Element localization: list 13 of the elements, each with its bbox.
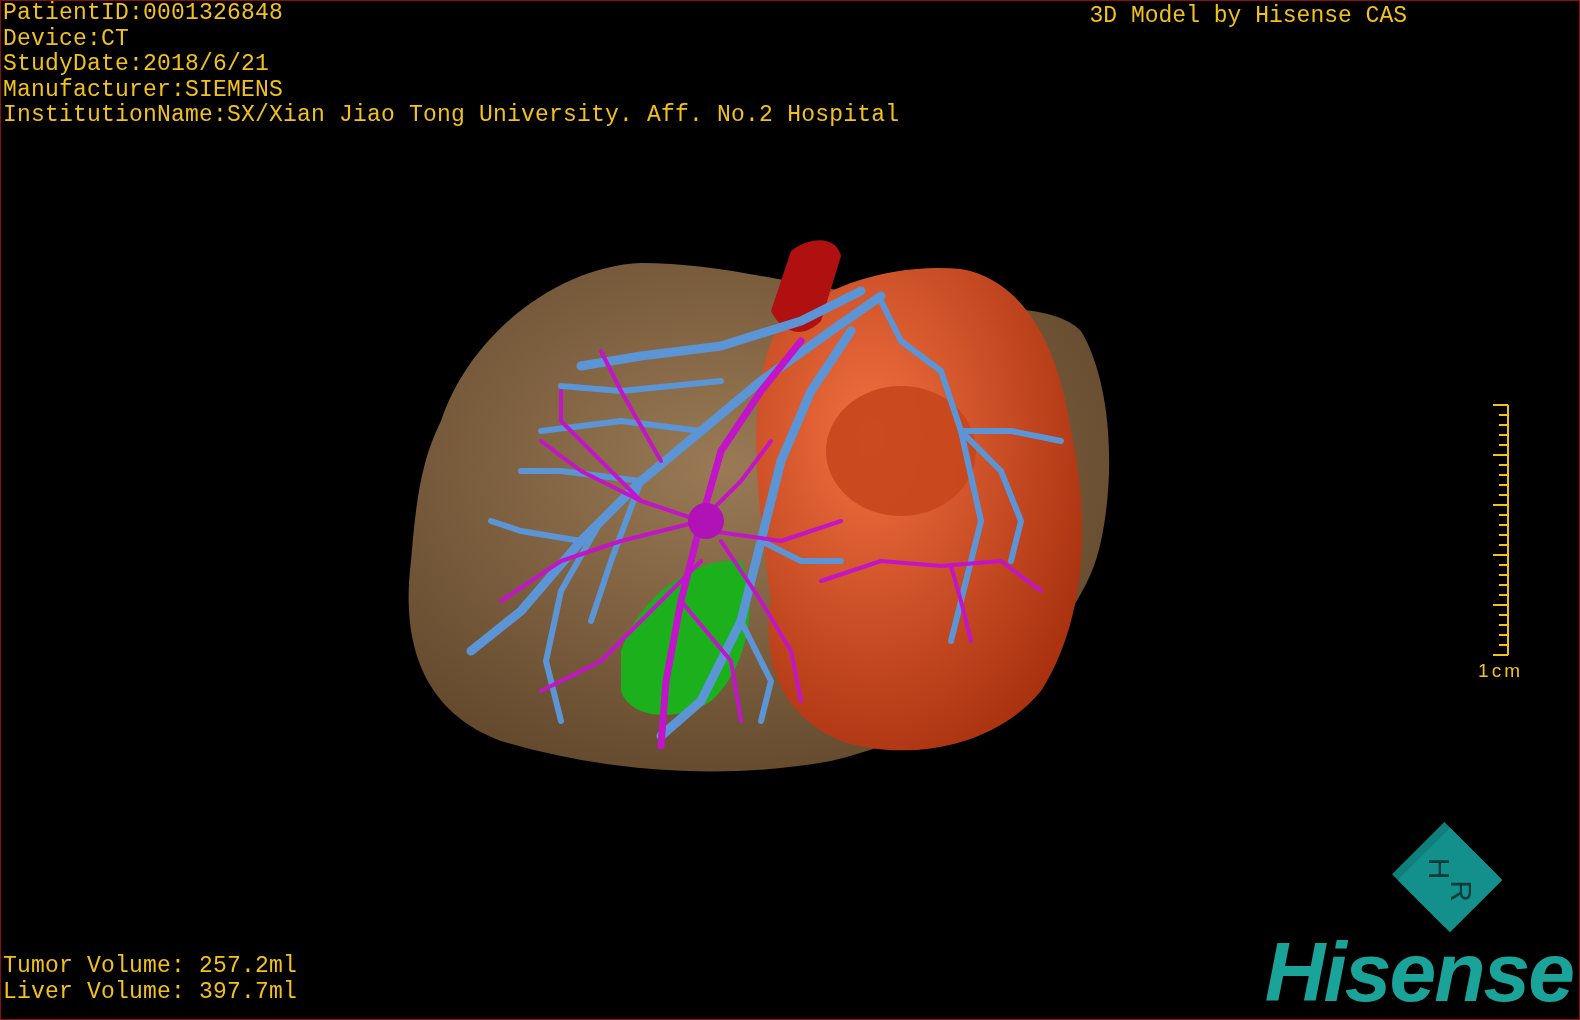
cube-face-label: R	[1446, 880, 1477, 903]
study-info-text: Manufacturer:SIEMENS	[3, 77, 285, 103]
volume-text: Liver Volume: 397.7ml	[3, 979, 298, 1005]
cube-face-label: H	[1423, 857, 1454, 880]
study-info-text: Device:CT	[3, 26, 131, 52]
scale-label: 1cm	[1478, 661, 1523, 681]
study-info-text: PatientID:0001326848	[3, 1, 285, 27]
volume-text: Tumor Volume: 257.2ml	[3, 954, 298, 980]
scale-ruler-icon	[1493, 403, 1509, 657]
model-credit-text: 3D Model by Hisense CAS	[1089, 2, 1407, 31]
study-info-text: InstitutionName:SX/Xian Jiao Tong University. Aff. No.2 Hospital	[3, 103, 900, 129]
study-info-text: StudyDate:2018/6/21	[3, 52, 271, 78]
brand-logo: Hisense	[1264, 939, 1573, 1005]
